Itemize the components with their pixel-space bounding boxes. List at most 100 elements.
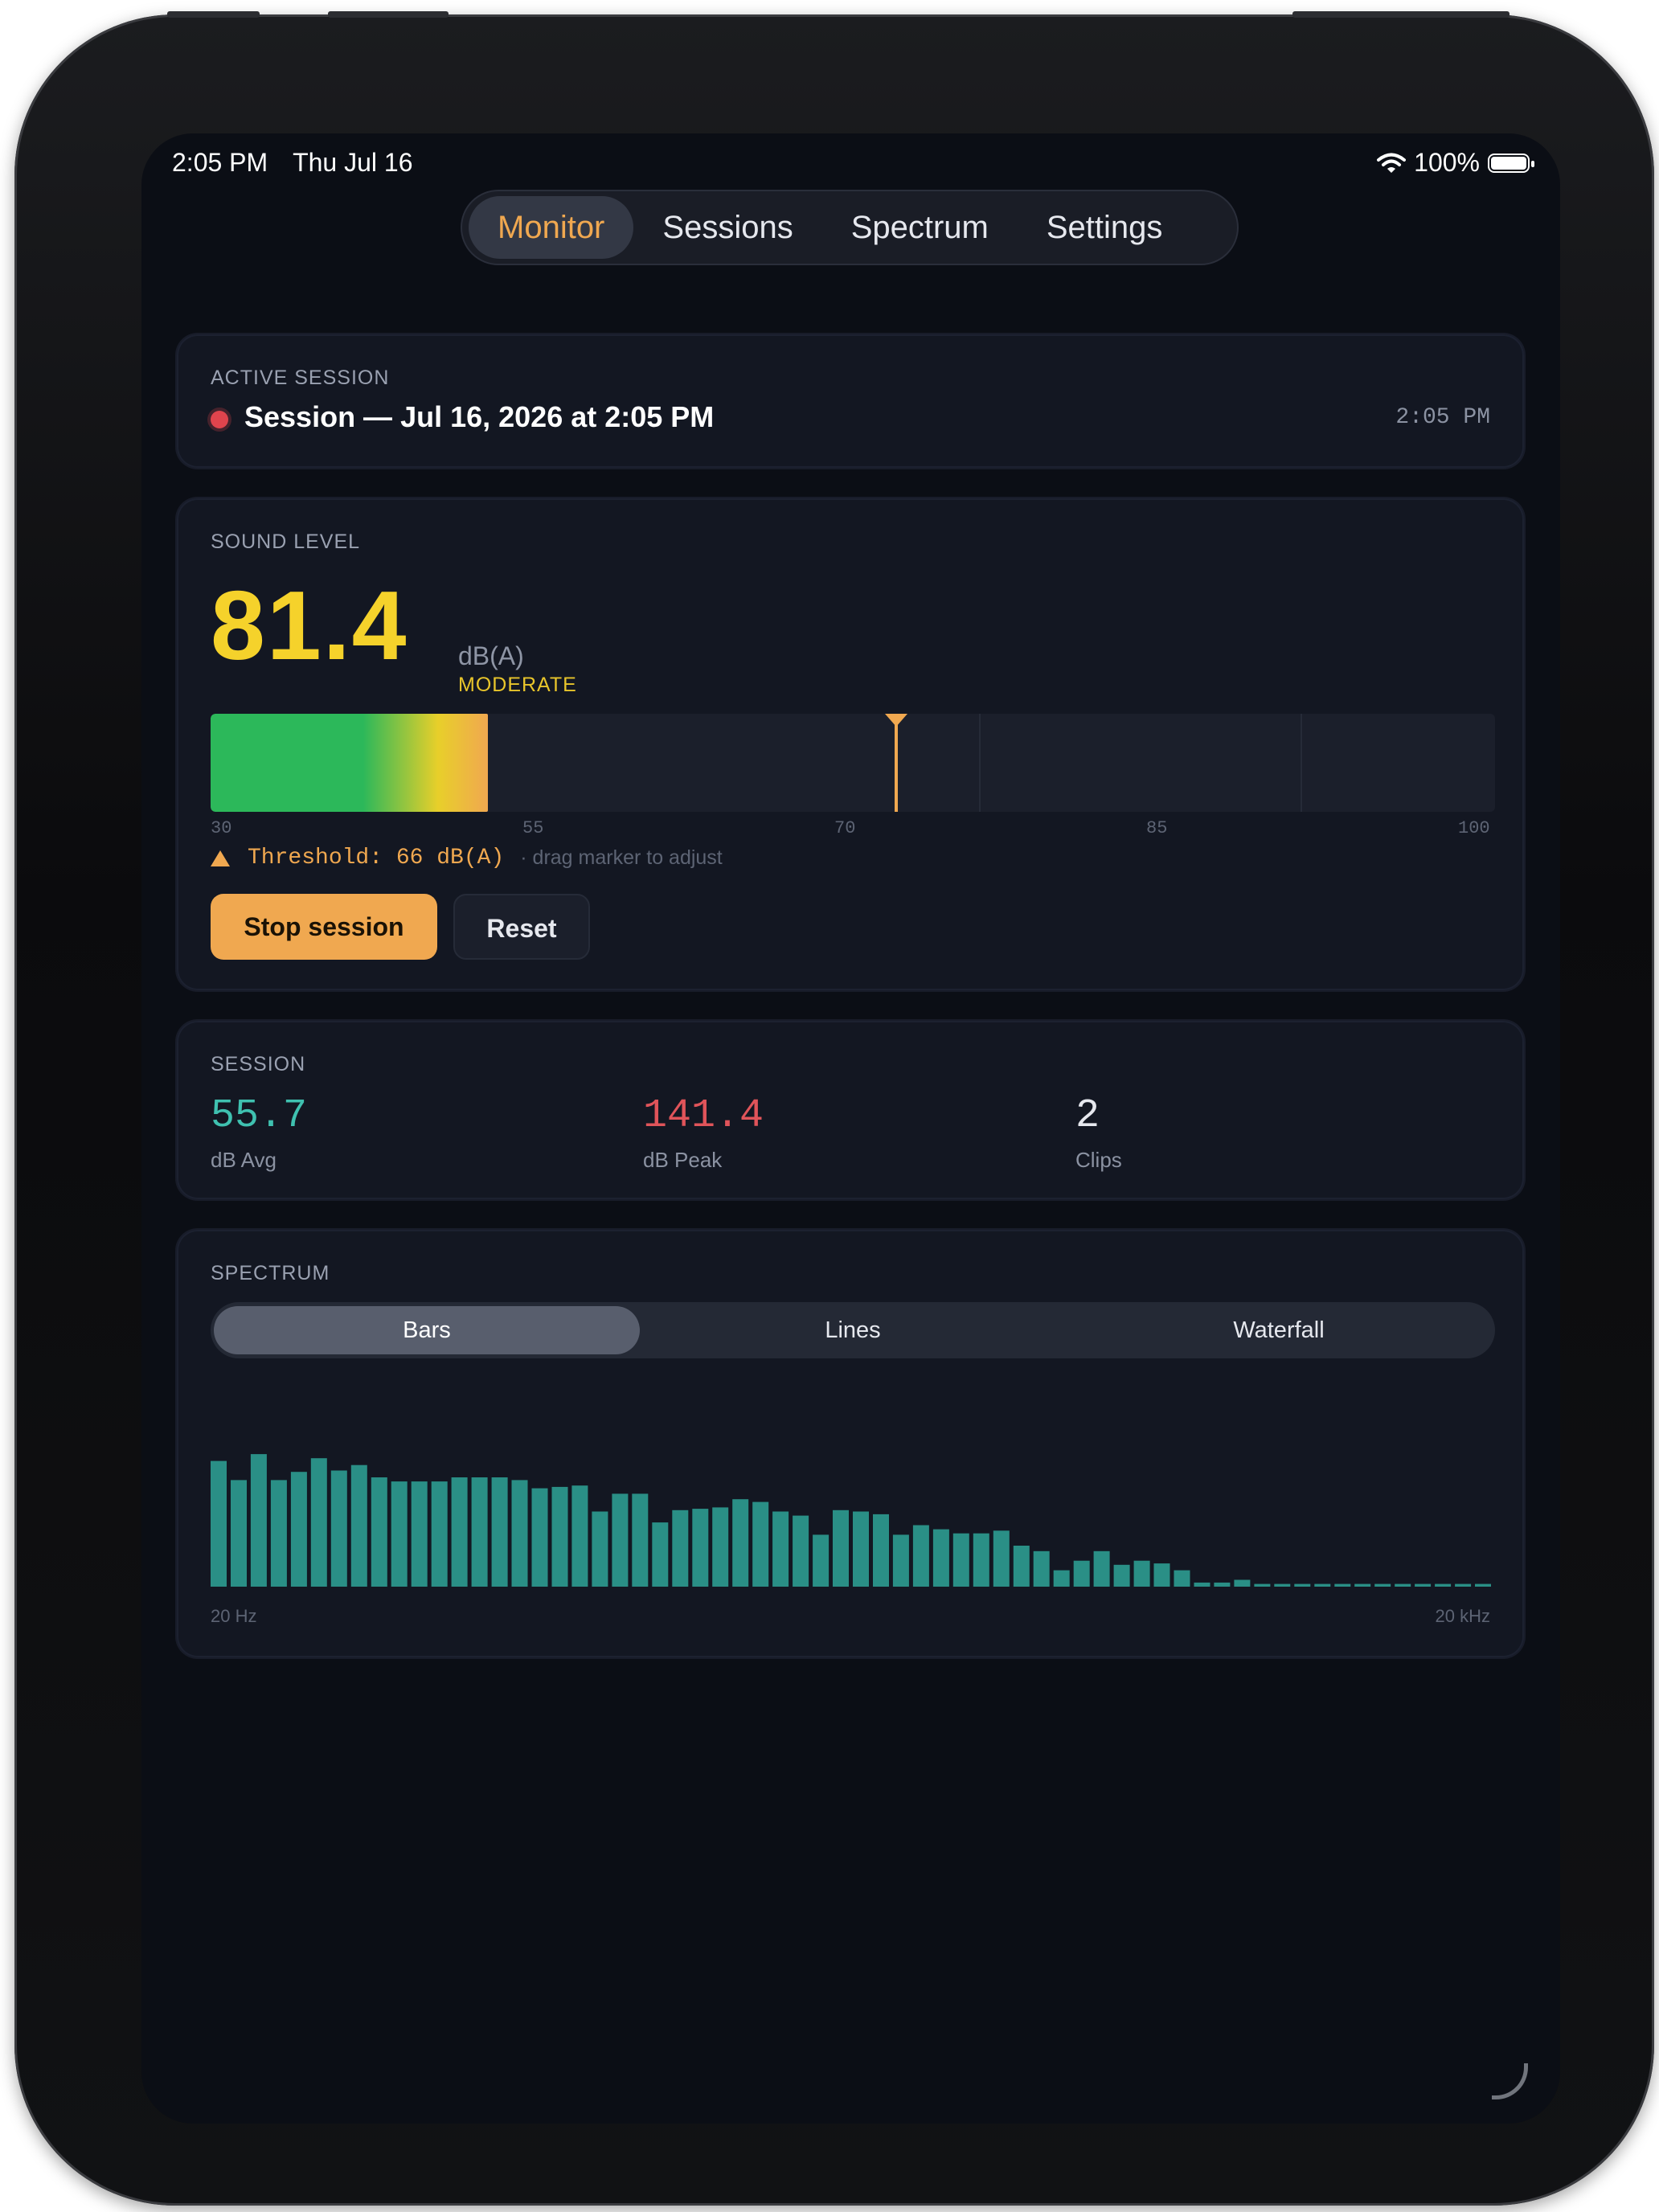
threshold-marker-line[interactable] <box>895 714 899 812</box>
screen: 2:05 PM Thu Jul 16 100% Monitor Sessions… <box>141 133 1560 2124</box>
spectrum-bar <box>1214 1582 1231 1587</box>
meter-gridline <box>979 714 981 812</box>
tab-settings[interactable]: Settings <box>1018 196 1192 259</box>
spectrum-bar <box>672 1509 689 1587</box>
spectrum-bar <box>211 1460 227 1587</box>
sound-level-unit: dB(A) <box>458 641 524 670</box>
spectrum-bar <box>1234 1579 1251 1587</box>
spectrum-card: SPECTRUM Bars Lines Waterfall 20 Hz 20 k… <box>175 1228 1526 1659</box>
status-date: Thu Jul 16 <box>293 148 413 177</box>
avg-db-value: 55.7 <box>211 1093 308 1139</box>
spectrum-bar <box>732 1499 749 1587</box>
spectrum-bar <box>1153 1563 1170 1587</box>
tab-sessions[interactable]: Sessions <box>633 196 821 259</box>
threshold-row: Threshold: 66 dB(A) · drag marker to adj… <box>211 846 723 870</box>
meter-tick-label: 55 <box>522 818 544 838</box>
spectrum-axis-end: 20 kHz <box>1435 1606 1490 1626</box>
spectrum-bar <box>632 1493 649 1587</box>
spectrum-bar <box>1374 1583 1391 1587</box>
spectrum-bars <box>211 1454 1491 1587</box>
session-stats-label: SESSION <box>211 1053 306 1075</box>
spectrum-bar <box>1455 1583 1472 1587</box>
tab-monitor[interactable]: Monitor <box>469 196 634 259</box>
spectrum-bar <box>1254 1583 1271 1587</box>
spectrum-bar <box>471 1477 488 1587</box>
level-meter-fill <box>211 714 489 812</box>
threshold-drag-handle[interactable] <box>885 714 908 727</box>
spectrum-bar <box>1475 1583 1491 1587</box>
spectrum-bar <box>833 1509 849 1587</box>
spectrum-bar <box>290 1472 307 1587</box>
spectrum-bar <box>592 1511 608 1587</box>
main-tabs: Monitor Sessions Spectrum Settings <box>461 190 1239 265</box>
spectrum-bar <box>231 1480 247 1587</box>
recording-indicator <box>211 411 228 428</box>
meter-tick-label: 100 <box>1458 818 1490 838</box>
spectrum-bar <box>1314 1583 1331 1587</box>
tab-spectrum[interactable]: Spectrum <box>822 196 1018 259</box>
avg-db-label: dB Avg <box>211 1148 276 1172</box>
spectrum-bar <box>772 1511 789 1587</box>
spectrum-label: SPECTRUM <box>211 1262 330 1284</box>
active-session-label: ACTIVE SESSION <box>211 367 390 389</box>
spectrum-bar <box>1354 1583 1371 1587</box>
volume-button <box>328 11 449 18</box>
spectrum-bar <box>571 1485 588 1587</box>
spectrum-bar <box>712 1507 729 1587</box>
spectrum-bar <box>1053 1570 1070 1587</box>
meter-tick-label: 70 <box>834 818 856 838</box>
spectrum-bar <box>531 1488 548 1587</box>
sound-level-status: MODERATE <box>458 674 577 696</box>
spectrum-bar <box>411 1481 428 1587</box>
spectrum-bar <box>1073 1560 1090 1587</box>
spectrum-bar <box>250 1454 267 1587</box>
spectrum-bar <box>1294 1583 1311 1587</box>
reset-button[interactable]: Reset <box>453 894 590 960</box>
spectrum-bar <box>330 1470 347 1587</box>
spectrum-bar <box>270 1480 287 1587</box>
mode-waterfall[interactable]: Waterfall <box>1066 1306 1492 1354</box>
spectrum-bar <box>692 1509 709 1587</box>
spectrum-bar <box>1274 1583 1291 1587</box>
spectrum-mode-selector: Bars Lines Waterfall <box>211 1302 1495 1358</box>
spectrum-bar <box>612 1493 629 1587</box>
spectrum-bar <box>993 1530 1010 1587</box>
spectrum-bar <box>1435 1583 1452 1587</box>
spectrum-bar <box>932 1529 949 1587</box>
sound-level-card: SOUND LEVEL 81.4 dB(A) MODERATE 30 55 70… <box>175 497 1526 992</box>
spectrum-axis-start: 20 Hz <box>211 1606 257 1626</box>
spectrum-bar <box>873 1514 889 1587</box>
mode-bars[interactable]: Bars <box>214 1306 640 1354</box>
session-stats-card: SESSION 55.7 dB Avg 141.4 dB Peak 2 Clip… <box>175 1019 1526 1201</box>
status-bar-right: 100% <box>1377 148 1534 178</box>
spectrum-bar <box>952 1533 969 1587</box>
spectrum-bar <box>511 1480 528 1587</box>
volume-button <box>167 11 260 18</box>
sound-level-value: 81.4 <box>211 571 408 680</box>
meter-tick-label: 30 <box>211 818 232 838</box>
spectrum-bar <box>551 1486 568 1587</box>
spectrum-bar <box>1334 1583 1351 1587</box>
spectrum-bar <box>350 1464 367 1587</box>
mode-lines[interactable]: Lines <box>640 1306 1066 1354</box>
spectrum-bar <box>853 1511 869 1587</box>
spectrum-bar <box>1395 1583 1411 1587</box>
spectrum-bar <box>912 1525 929 1587</box>
spectrum-bar <box>451 1477 468 1587</box>
battery-percent: 100% <box>1414 148 1480 177</box>
clips-label: Clips <box>1075 1148 1122 1172</box>
meter-tick-label: 85 <box>1146 818 1168 838</box>
peak-db-label: dB Peak <box>643 1148 723 1172</box>
peak-db-value: 141.4 <box>643 1093 764 1139</box>
spectrum-bar <box>1133 1560 1150 1587</box>
spectrum-bar <box>431 1481 448 1587</box>
stop-session-button[interactable]: Stop session <box>211 894 437 960</box>
spectrum-bar <box>1013 1546 1030 1587</box>
top-button <box>1292 11 1509 18</box>
warning-icon <box>211 850 230 866</box>
wifi-icon <box>1377 153 1407 173</box>
spectrum-bar <box>1194 1582 1210 1587</box>
spectrum-bar <box>371 1477 387 1587</box>
meter-gridline <box>1301 714 1302 812</box>
spectrum-bar <box>391 1481 408 1587</box>
